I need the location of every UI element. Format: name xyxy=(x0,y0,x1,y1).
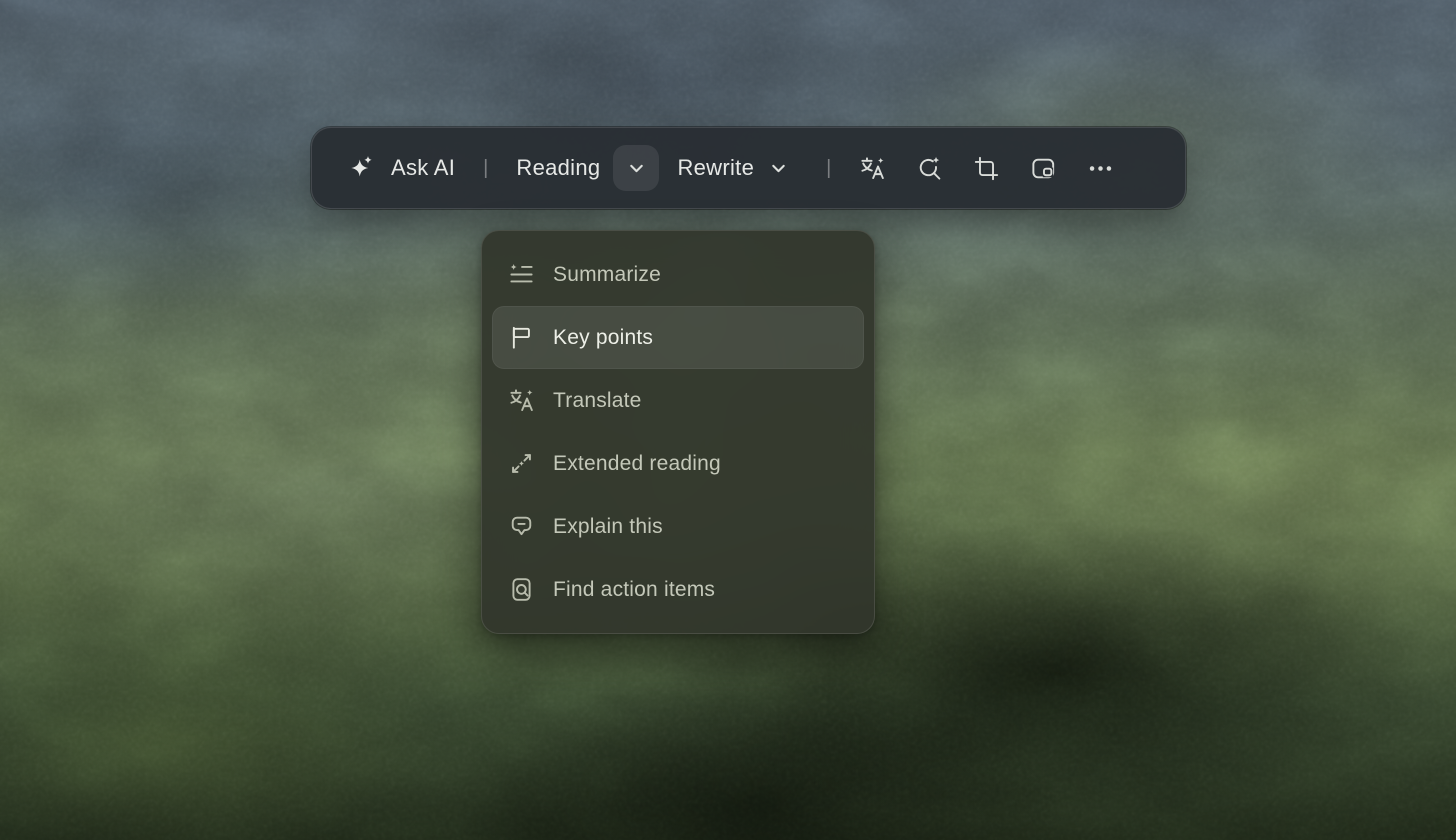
menu-item-translate[interactable]: Translate xyxy=(492,369,864,432)
menu-item-label: Key points xyxy=(553,326,653,350)
menu-item-label: Translate xyxy=(553,389,642,413)
rewrite-dropdown-button[interactable] xyxy=(758,145,798,191)
toolbar-divider: | xyxy=(826,157,831,180)
chevron-down-icon xyxy=(624,156,649,181)
ai-toolbar: Ask AI | Reading Rewrite | xyxy=(311,127,1186,209)
crop-icon xyxy=(973,155,1000,182)
translate-sparkle-icon xyxy=(859,155,886,182)
menu-item-label: Find action items xyxy=(553,578,715,602)
menu-item-explain-this[interactable]: Explain this xyxy=(492,495,864,558)
chevron-down-icon xyxy=(766,156,791,181)
reading-dropdown-button[interactable] xyxy=(613,145,659,191)
menu-item-find-action-items[interactable]: Find action items xyxy=(492,558,864,621)
reading-dropdown-menu: Summarize Key points Translate xyxy=(481,230,875,634)
menu-item-label: Explain this xyxy=(553,515,663,539)
menu-item-extended-reading[interactable]: Extended reading xyxy=(492,432,864,495)
menu-item-label: Extended reading xyxy=(553,452,721,476)
ask-ai-label: Ask AI xyxy=(391,155,455,181)
translate-button[interactable] xyxy=(859,155,886,182)
menu-item-key-points[interactable]: Key points xyxy=(492,306,864,369)
sparkles-icon xyxy=(346,153,376,183)
more-ellipsis-icon xyxy=(1087,155,1114,182)
reading-menu-label[interactable]: Reading xyxy=(516,155,600,181)
picture-in-picture-icon xyxy=(1030,155,1057,182)
rewrite-menu-label[interactable]: Rewrite xyxy=(677,155,754,181)
flag-icon xyxy=(508,324,535,351)
document-search-icon xyxy=(508,576,535,603)
picture-in-picture-button[interactable] xyxy=(1030,155,1057,182)
summarize-icon xyxy=(508,261,535,288)
menu-item-label: Summarize xyxy=(553,263,661,287)
search-sparkle-icon xyxy=(916,155,943,182)
ai-search-button[interactable] xyxy=(916,155,943,182)
toolbar-divider: | xyxy=(483,157,488,180)
ask-ai-button[interactable]: Ask AI xyxy=(346,153,455,183)
expand-arrows-icon xyxy=(508,450,535,477)
more-options-button[interactable] xyxy=(1087,155,1114,182)
crop-button[interactable] xyxy=(973,155,1000,182)
translate-sparkle-icon xyxy=(508,387,535,414)
menu-item-summarize[interactable]: Summarize xyxy=(492,243,864,306)
chat-bubble-icon xyxy=(508,513,535,540)
toolbar-action-icons xyxy=(859,155,1114,182)
